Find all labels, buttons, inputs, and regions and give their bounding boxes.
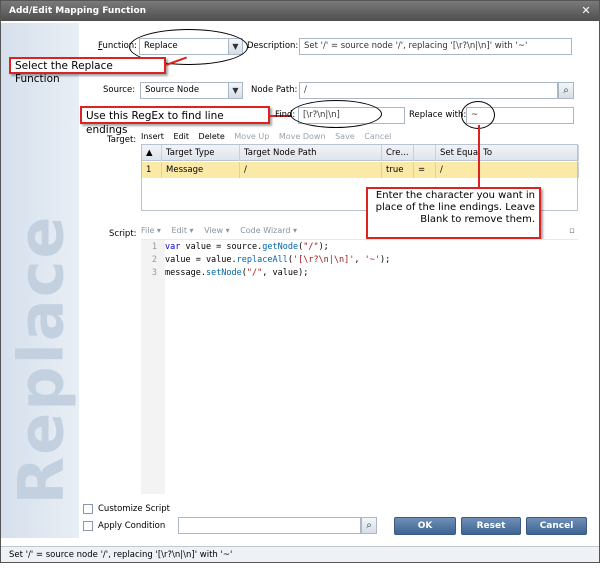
- column-create[interactable]: Cre...: [382, 145, 414, 161]
- edit-menu[interactable]: Edit ▾: [172, 226, 194, 235]
- table-row[interactable]: 1 Message / true = /: [142, 162, 579, 178]
- view-menu[interactable]: View ▾: [204, 226, 230, 235]
- description-field[interactable]: Set '/' = source node '/', replacing '[\…: [299, 38, 572, 55]
- cancel-edit-button[interactable]: Cancel: [364, 132, 391, 141]
- column-target-node-path[interactable]: Target Node Path: [240, 145, 382, 161]
- edit-button[interactable]: Edit: [174, 132, 190, 141]
- source-label: Source:: [103, 85, 136, 95]
- save-button[interactable]: Save: [335, 132, 355, 141]
- side-panel: Replace: [1, 23, 79, 538]
- insert-button[interactable]: Insert: [141, 132, 164, 141]
- window-titlebar: Add/Edit Mapping Function ✕: [1, 1, 599, 21]
- script-editor[interactable]: 1 var value = source.getNode("/"); 2 value…: [141, 239, 578, 494]
- code-line: 2 value = value.replaceAll('[\r?\n|\n]', …: [151, 255, 391, 265]
- code-wizard-menu[interactable]: Code Wizard ▾: [240, 226, 297, 235]
- close-icon[interactable]: ✕: [579, 4, 593, 18]
- status-bar: Set '/' = source node '/', replacing '[\…: [1, 546, 599, 562]
- window-title: Add/Edit Mapping Function: [9, 6, 147, 16]
- find-highlight-ellipse: [290, 100, 382, 128]
- chevron-down-icon[interactable]: ▼: [228, 83, 242, 98]
- sort-icon[interactable]: ▲: [142, 145, 162, 161]
- maximize-icon[interactable]: ▫: [569, 226, 575, 236]
- callout-select-function: Select the Replace Function: [9, 57, 166, 85]
- callout-arrow: [478, 125, 480, 187]
- search-icon[interactable]: ⌕: [558, 82, 574, 99]
- target-toolbar: Insert Edit Delete Move Up Move Down Sav…: [141, 132, 578, 144]
- ok-button[interactable]: OK: [394, 517, 456, 535]
- cancel-button[interactable]: Cancel: [526, 517, 587, 535]
- source-select[interactable]: Source Node ▼: [140, 82, 243, 99]
- apply-condition-checkbox[interactable]: [83, 521, 93, 531]
- column-set-equal-to[interactable]: Set Equal To: [436, 145, 579, 161]
- column-operator[interactable]: [414, 145, 436, 161]
- delete-button[interactable]: Delete: [199, 132, 225, 141]
- apply-condition-label: Apply Condition: [98, 521, 166, 531]
- cell-operator: =: [414, 162, 436, 178]
- search-icon[interactable]: ⌕: [361, 517, 377, 534]
- code-line: 3 message.setNode("/", value);: [151, 268, 309, 278]
- script-label: Script:: [109, 229, 137, 239]
- move-down-button[interactable]: Move Down: [279, 132, 326, 141]
- cell-target-type: Message: [162, 162, 240, 178]
- grid-header: ▲ Target Type Target Node Path Cre... Se…: [142, 145, 579, 161]
- replace-with-label: Replace with:: [409, 110, 467, 120]
- condition-field[interactable]: [178, 517, 361, 534]
- node-path-field[interactable]: /: [299, 82, 558, 99]
- cell-target-node-path: /: [240, 162, 382, 178]
- row-number: 1: [142, 162, 162, 178]
- file-menu[interactable]: File ▾: [141, 226, 161, 235]
- column-target-type[interactable]: Target Type: [162, 145, 240, 161]
- callout-regex: Use this RegEx to find line endings: [80, 106, 270, 136]
- description-label: Description:: [247, 41, 299, 51]
- script-toolbar: File ▾ Edit ▾ View ▾ Code Wizard ▾: [141, 226, 578, 238]
- cell-create: true: [382, 162, 414, 178]
- cell-set-equal-to: /: [436, 162, 579, 178]
- target-label: Target:: [107, 135, 137, 145]
- watermark-text: Replace: [4, 214, 78, 505]
- customize-script-label: Customize Script: [98, 504, 170, 514]
- code-line: 1 var value = source.getNode("/");: [151, 242, 329, 252]
- move-up-button[interactable]: Move Up: [234, 132, 269, 141]
- node-path-label: Node Path:: [251, 85, 298, 95]
- reset-button[interactable]: Reset: [461, 517, 521, 535]
- mapping-function-dialog: Add/Edit Mapping Function ✕ Replace Func…: [0, 0, 600, 563]
- customize-script-checkbox[interactable]: [83, 504, 93, 514]
